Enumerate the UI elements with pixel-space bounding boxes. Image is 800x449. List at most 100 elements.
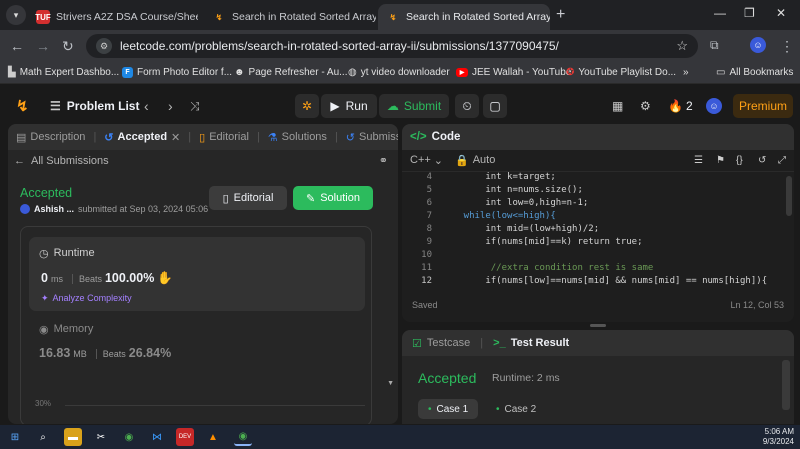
editorial-button[interactable]: ▯ Editorial [209, 186, 287, 210]
bookmark-star-icon[interactable]: ☆ [676, 38, 688, 54]
snipping-tool-icon[interactable]: ✂ [92, 428, 110, 446]
lock-icon: 🔒 [455, 155, 469, 167]
gear-icon[interactable]: ⚙ [640, 94, 651, 118]
avatar[interactable]: ☺ [706, 98, 722, 114]
prev-problem-icon[interactable]: ‹ [144, 94, 149, 118]
bookmark-item[interactable]: ▙ Math Expert Dashbo... [8, 67, 119, 78]
bookmark-item[interactable]: ▶ JEE Wallah - YouTube [456, 67, 571, 78]
memory-unit: MB [73, 349, 87, 359]
panel-resize-handle[interactable] [590, 324, 606, 327]
solution-button[interactable]: ✎ Solution [293, 186, 373, 210]
book-icon: ▯ [199, 131, 206, 144]
search-icon[interactable]: ⌕ [34, 428, 52, 446]
chrome-active-icon[interactable]: ◉ [234, 428, 252, 446]
divider: | [256, 131, 260, 143]
forward-icon[interactable]: → [36, 38, 50, 54]
braces-icon[interactable]: {} [736, 155, 743, 166]
link-icon[interactable]: ⚭ [379, 154, 388, 167]
tab-accepted[interactable]: ↺ Accepted ✕ [104, 131, 180, 144]
auto-mode[interactable]: 🔒 Auto [455, 154, 495, 167]
checkbox-icon: ☑ [412, 337, 422, 350]
premium-button[interactable]: Premium [733, 94, 793, 118]
url-input[interactable]: ⚙ leetcode.com/problems/search-in-rotate… [86, 34, 698, 58]
language-select[interactable]: C++ ⌄ [410, 154, 443, 167]
browser-tab-strivers[interactable]: TUF Strivers A2Z DSA Course/Sheet ✕ [28, 4, 198, 30]
streak-counter[interactable]: 🔥 2 [668, 94, 693, 118]
tab-testcase[interactable]: ☑ Testcase [412, 337, 470, 350]
debug-icon[interactable]: ✲ [295, 94, 319, 118]
chrome-icon[interactable]: ◉ [120, 428, 138, 446]
bookmark-item[interactable]: ✪ YouTube Playlist Do... [566, 67, 676, 78]
author-name[interactable]: Ashish ... [34, 204, 74, 214]
all-submissions-link[interactable]: ← All Submissions ⚭ [14, 154, 392, 168]
code-text: int low=0,high=n-1; [442, 198, 589, 208]
reload-icon[interactable]: ↻ [62, 38, 74, 55]
new-tab-button[interactable]: + [556, 6, 565, 24]
bookmarks-overflow-icon[interactable]: » [683, 67, 689, 78]
devcpp-icon[interactable]: DEV [176, 428, 194, 446]
bookmark-item[interactable]: ☻ Page Refresher - Au... [234, 67, 347, 78]
tab-label: Testcase [426, 336, 471, 349]
close-icon[interactable]: ✕ [171, 131, 180, 144]
bookmark-item[interactable]: ◍ yt video downloader [348, 67, 450, 78]
runtime-card[interactable]: ◷ Runtime 0 ms Beats 100.00% ✋ ✦ Analyze… [29, 237, 365, 311]
clock-time: 5:06 AM [764, 427, 794, 436]
fullscreen-icon[interactable]: ⤢ [778, 155, 786, 166]
bookmark-label: Math Expert Dashbo... [19, 67, 120, 78]
code-text: int k=target; [442, 172, 556, 182]
bookmark-item[interactable]: F Form Photo Editor f... [122, 67, 232, 78]
play-icon: ▶ [330, 99, 340, 113]
case-tab-1[interactable]: • Case 1 [418, 399, 479, 419]
problem-list-button[interactable]: ☰ Problem List [50, 94, 139, 118]
back-icon[interactable]: ← [10, 38, 24, 54]
windows-start-icon[interactable]: ⊞ [6, 428, 24, 446]
code-scrollbar[interactable] [786, 176, 792, 216]
tab-editorial[interactable]: ▯ Editorial [199, 131, 249, 144]
tab-description[interactable]: ▤ Description [16, 131, 85, 144]
shuffle-icon[interactable]: ⤨ [190, 94, 200, 118]
list-icon: ☰ [50, 99, 61, 113]
extensions-icon[interactable]: ⧉ [710, 38, 719, 53]
memory-card[interactable]: ◉ Memory 16.83 MB Beats 26.84% [39, 323, 171, 360]
line-number: 6 [426, 198, 432, 208]
test-scrollbar[interactable] [782, 360, 790, 410]
divider: | [480, 337, 484, 349]
avatar [20, 204, 30, 214]
site-info-icon[interactable]: ⚙ [96, 38, 112, 54]
minimize-icon[interactable]: — [714, 6, 726, 20]
vscode-icon[interactable]: ⋈ [148, 428, 166, 446]
notes-icon[interactable]: ▢ [483, 94, 507, 118]
bookmark-icon[interactable]: ⚑ [716, 155, 725, 166]
timer-icon[interactable]: ⏲ [455, 94, 479, 118]
close-window-icon[interactable]: ✕ [776, 6, 786, 20]
tab-search-button[interactable]: ▾ [6, 5, 26, 25]
run-button[interactable]: ▶ Run [321, 94, 377, 118]
code-editor[interactable]: 4 int k=target; 5 int n=nums.size(); 6 i… [402, 172, 794, 290]
analyze-complexity-link[interactable]: ✦ Analyze Complexity [41, 293, 132, 304]
tab-solutions[interactable]: ⚗ Solutions [268, 131, 327, 144]
all-bookmarks[interactable]: ▭ All Bookmarks [716, 67, 793, 78]
reset-icon[interactable]: ↺ [758, 155, 766, 166]
code-line: 11 //extra condition rest is same [402, 263, 653, 276]
memory-heading: ◉ Memory [39, 323, 171, 336]
vlc-icon[interactable]: ▲ [204, 428, 222, 446]
maximize-icon[interactable]: ❐ [744, 6, 755, 20]
bookmark-label: Page Refresher - Au... [248, 67, 348, 78]
leetcode-logo-icon[interactable]: ↯ [16, 94, 29, 118]
more-menu-icon[interactable]: ⋮ [780, 38, 794, 55]
submit-button[interactable]: ☁ Submit [379, 94, 449, 118]
tab-test-result[interactable]: >_ Test Result [493, 337, 569, 349]
profile-avatar[interactable]: ☺ [750, 37, 766, 53]
next-problem-icon[interactable]: › [168, 94, 173, 118]
browser-tab-leetcode-active[interactable]: ↯ Search in Rotated Sorted Array I ✕ [378, 4, 550, 30]
browser-tab-leetcode[interactable]: ↯ Search in Rotated Sorted Array ✕ [204, 4, 376, 30]
case-tab-2[interactable]: • Case 2 [486, 399, 546, 419]
divider: | [188, 131, 192, 143]
scroll-down-icon[interactable]: ▼ [387, 380, 394, 387]
file-explorer-icon[interactable]: ▬ [64, 428, 82, 446]
system-clock[interactable]: 5:06 AM 9/3/2024 [763, 427, 794, 447]
case-label: Case 2 [504, 403, 537, 415]
layout-icon[interactable]: ▦ [612, 94, 623, 118]
format-icon[interactable]: ☰ [694, 155, 703, 166]
tab-submissions[interactable]: ↺ Submissio [346, 131, 398, 144]
